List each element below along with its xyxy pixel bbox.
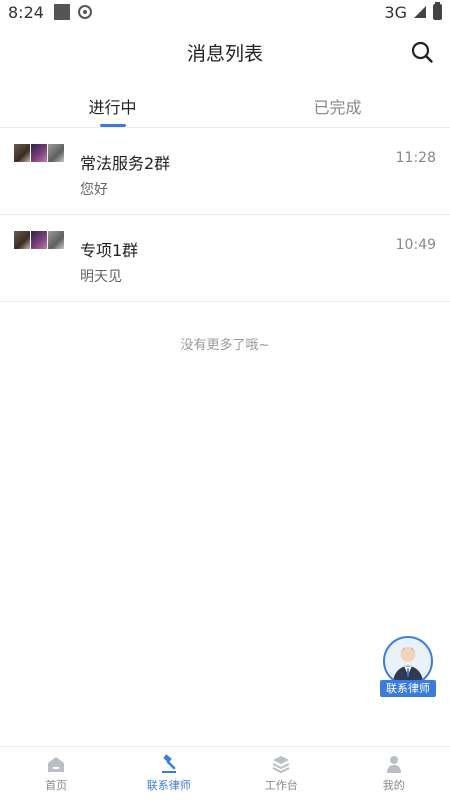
gavel-icon bbox=[161, 754, 176, 773]
bottom-nav: 首页 联系律师 工作台 我的 bbox=[0, 746, 450, 800]
list-item[interactable]: 常法服务2群 11:28 您好 bbox=[0, 128, 450, 215]
member-avatar bbox=[14, 144, 30, 162]
user-icon bbox=[386, 756, 401, 773]
status-right: 3G bbox=[384, 2, 442, 22]
signal-icon bbox=[414, 6, 426, 18]
nav-label-home: 首页 bbox=[45, 779, 68, 792]
nav-item-workbench[interactable]: 工作台 bbox=[225, 747, 338, 800]
member-avatar bbox=[48, 231, 64, 249]
member-avatar bbox=[14, 231, 30, 249]
disc-icon bbox=[77, 5, 92, 19]
page-title: 消息列表 bbox=[186, 42, 263, 65]
battery-icon bbox=[433, 2, 442, 20]
tab-bar: 进行中 已完成 bbox=[0, 86, 450, 128]
chat-time: 10:49 bbox=[395, 237, 436, 253]
nav-item-mine[interactable]: 我的 bbox=[338, 747, 450, 800]
search-icon[interactable] bbox=[410, 40, 434, 64]
nav-label-contact-lawyer: 联系律师 bbox=[146, 779, 191, 792]
nav-label-mine: 我的 bbox=[382, 779, 405, 792]
chat-preview: 您好 bbox=[80, 182, 108, 198]
no-more-text: 没有更多了哦~ bbox=[180, 338, 270, 353]
group-avatar bbox=[14, 231, 64, 249]
status-bar: 8:24 3G bbox=[0, 0, 450, 24]
notification-square-icon bbox=[53, 4, 70, 20]
message-list: 常法服务2群 11:28 您好 专项1群 10:49 明天见 bbox=[0, 128, 450, 302]
header: 消息列表 bbox=[0, 30, 450, 74]
home-icon bbox=[48, 757, 65, 772]
member-avatar bbox=[31, 144, 47, 162]
chat-time: 11:28 bbox=[395, 150, 436, 166]
member-avatar bbox=[48, 144, 64, 162]
fab-label: 联系律师 bbox=[380, 680, 436, 697]
chat-preview: 明天见 bbox=[80, 269, 122, 285]
nav-item-home[interactable]: 首页 bbox=[0, 747, 113, 800]
tab-in-progress[interactable]: 进行中 bbox=[0, 86, 225, 127]
chat-name: 常法服务2群 bbox=[80, 154, 171, 173]
nav-item-contact-lawyer[interactable]: 联系律师 bbox=[113, 747, 226, 800]
lawyer-figure-icon bbox=[392, 647, 424, 684]
chat-name: 专项1群 bbox=[80, 241, 139, 260]
lawyer-avatar bbox=[383, 636, 433, 686]
member-avatar bbox=[31, 231, 47, 249]
network-type: 3G bbox=[384, 2, 407, 22]
group-avatar bbox=[14, 144, 64, 162]
nav-label-workbench: 工作台 bbox=[264, 779, 298, 792]
layers-icon bbox=[272, 756, 290, 774]
list-item[interactable]: 专项1群 10:49 明天见 bbox=[0, 215, 450, 302]
contact-lawyer-fab[interactable]: 联系律师 bbox=[380, 636, 436, 698]
tab-completed[interactable]: 已完成 bbox=[225, 86, 450, 127]
status-time: 8:24 bbox=[8, 2, 44, 22]
